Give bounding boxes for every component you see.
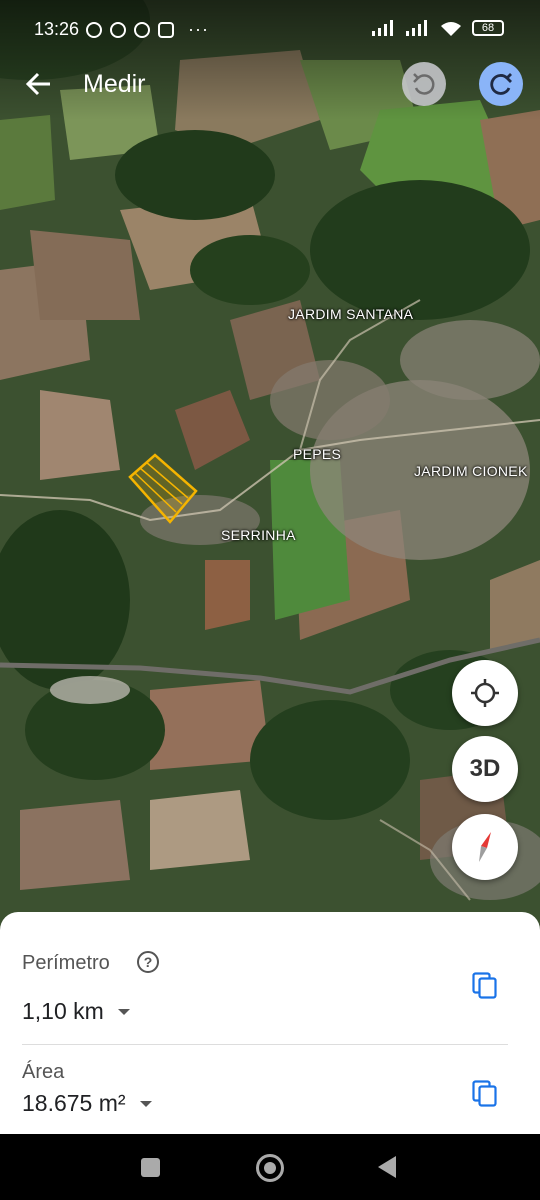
- chevron-down-icon: [139, 1100, 152, 1107]
- place-label-serrinha: SERRINHA: [221, 527, 296, 543]
- redo-icon: [490, 73, 512, 95]
- satellite-map[interactable]: JARDIM SANTANA PEPES JARDIM CIONEK SERRI…: [0, 0, 540, 940]
- copy-area-icon[interactable]: [472, 1080, 498, 1108]
- app-bar: Medir: [0, 58, 540, 110]
- messenger-icon: [134, 21, 150, 38]
- place-label-pepes: PEPES: [293, 446, 342, 462]
- undo-icon: [413, 73, 435, 95]
- system-nav-bar: [0, 1134, 540, 1200]
- battery-icon: 68: [472, 20, 504, 36]
- copy-perimeter-icon[interactable]: [472, 972, 498, 1000]
- more-notifications: ···: [188, 19, 209, 39]
- redo-button[interactable]: [479, 62, 523, 106]
- perimeter-value: 1,10 km: [22, 998, 104, 1024]
- compass-icon: [479, 832, 491, 862]
- area-value: 18.675 m²: [22, 1090, 126, 1116]
- chat-icon: [110, 21, 126, 38]
- instagram-icon: [158, 21, 174, 38]
- recent-apps-button[interactable]: [141, 1158, 160, 1177]
- system-icons: 68: [372, 20, 504, 36]
- 3d-toggle-button[interactable]: 3D: [452, 736, 518, 802]
- back-button[interactable]: [24, 68, 56, 100]
- undo-button[interactable]: [402, 62, 446, 106]
- arrow-left-icon: [25, 72, 50, 96]
- wifi-icon: [441, 22, 461, 36]
- perimeter-label: Perímetro: [22, 952, 110, 974]
- notification-icons: ···: [86, 19, 209, 40]
- status-bar: 13:26 ··· 68: [0, 0, 540, 58]
- place-label-jardim-cionek: JARDIM CIONEK: [414, 463, 528, 479]
- status-time: 13:26: [34, 19, 80, 39]
- signal-icon: [372, 20, 393, 36]
- signal-icon: [406, 20, 427, 36]
- area-label: Área: [22, 1061, 65, 1083]
- place-label-jardim-santana: JARDIM SANTANA: [288, 306, 414, 322]
- help-icon[interactable]: ?: [137, 951, 159, 973]
- home-button[interactable]: [256, 1154, 284, 1182]
- measurement-sheet: Perímetro ? 1,10 km Área 18.675 m²: [0, 912, 540, 1134]
- divider: [22, 1044, 508, 1045]
- alarm-icon: [86, 21, 102, 38]
- perimeter-unit-dropdown[interactable]: 1,10 km: [22, 998, 130, 1025]
- area-unit-dropdown[interactable]: 18.675 m²: [22, 1090, 152, 1117]
- my-location-icon: [471, 679, 499, 707]
- compass-button[interactable]: [452, 814, 518, 880]
- system-back-button[interactable]: [378, 1156, 396, 1178]
- my-location-button[interactable]: [452, 660, 518, 726]
- page-title: Medir: [83, 70, 146, 98]
- chevron-down-icon: [117, 1008, 130, 1015]
